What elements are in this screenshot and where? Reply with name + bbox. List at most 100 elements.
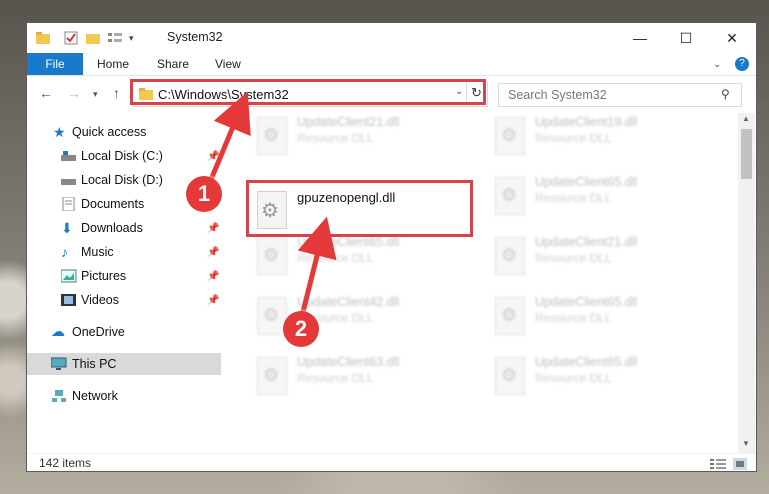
music-icon: ♪ xyxy=(61,244,68,260)
gear-icon: ⚙ xyxy=(263,305,280,325)
up-arrow-icon[interactable]: ↑ xyxy=(113,85,120,101)
file-type: Resource DLL xyxy=(535,131,612,145)
cloud-icon: ☁ xyxy=(51,323,65,339)
step-1-badge: 1 xyxy=(186,176,222,212)
file-item[interactable]: ⚙ UpdateClient19.dll Resource DLL xyxy=(487,113,717,161)
nav-local-disk-c[interactable]: Local Disk (C:) 📌 xyxy=(27,145,221,167)
file-explorer-window: ▾ System32 — ☐ ✕ File Home Share View ⌄ … xyxy=(26,22,757,472)
scroll-down-icon[interactable]: ▼ xyxy=(742,439,750,448)
search-input[interactable]: Search System32 ⚲ xyxy=(498,83,742,107)
nav-label: Local Disk (D:) xyxy=(81,173,163,187)
forward-arrow-icon[interactable]: → xyxy=(67,85,81,101)
file-name: UpdateClient65.dll xyxy=(535,295,638,309)
file-name: UpdateClient21.dll xyxy=(535,235,638,249)
gear-icon: ⚙ xyxy=(261,200,279,222)
tab-file[interactable]: File xyxy=(27,53,83,75)
tab-home[interactable]: Home xyxy=(97,53,129,75)
download-icon: ⬇ xyxy=(61,220,73,236)
file-item[interactable]: ⚙ UpdateClient65.dll Resource DLL xyxy=(487,293,717,341)
nav-label: Downloads xyxy=(81,221,143,235)
item-count: 142 items xyxy=(39,456,92,470)
nav-label: Pictures xyxy=(81,269,127,283)
drive-icon xyxy=(61,179,76,185)
file-item[interactable]: ⚙ UpdateClient65.dll Resource DLL xyxy=(249,233,479,281)
videos-icon xyxy=(61,294,76,306)
folder-icon[interactable] xyxy=(35,31,51,45)
maximize-button[interactable]: ☐ xyxy=(663,23,709,53)
nav-label: Videos xyxy=(81,293,119,307)
gear-icon: ⚙ xyxy=(263,245,280,265)
file-list: ⚙ UpdateClient21.dll Resource DLL ⚙ Upda… xyxy=(234,113,736,453)
recent-locations-icon[interactable]: ▾ xyxy=(93,89,98,100)
nav-pictures[interactable]: Pictures 📌 xyxy=(27,265,221,287)
pin-icon[interactable]: 📌 xyxy=(207,295,219,306)
nav-label: Quick access xyxy=(72,125,147,139)
search-icon[interactable]: ⚲ xyxy=(721,87,730,101)
gear-icon: ⚙ xyxy=(263,125,280,145)
nav-videos[interactable]: Videos 📌 xyxy=(27,289,221,311)
file-type: Resource DLL xyxy=(535,251,612,265)
nav-this-pc[interactable]: This PC xyxy=(27,353,221,375)
file-item[interactable]: ⚙ UpdateClient65.dll Resource DLL xyxy=(487,353,717,401)
properties-icon[interactable] xyxy=(63,30,79,46)
gear-icon: ⚙ xyxy=(501,125,518,145)
file-item[interactable]: ⚙ UpdateClient63.dll Resource DLL xyxy=(249,353,479,401)
navigation-pane: ★ Quick access Local Disk (C:) 📌 Local D… xyxy=(27,113,221,443)
gear-icon: ⚙ xyxy=(501,245,518,265)
file-name: UpdateClient65.dll xyxy=(535,355,638,369)
search-placeholder: Search System32 xyxy=(508,88,607,102)
nav-label: Documents xyxy=(81,197,145,211)
file-item[interactable]: ⚙ UpdateClient21.dll Resource DLL xyxy=(487,233,717,281)
scroll-up-icon[interactable]: ▲ xyxy=(742,114,750,123)
tab-share[interactable]: Share xyxy=(157,53,189,75)
address-row: ← → ▾ ↑ C:\Windows\System32 ⌄ ↻ Search S… xyxy=(27,79,756,109)
pictures-icon xyxy=(61,269,77,283)
drive-icon xyxy=(61,151,76,161)
new-folder-icon[interactable] xyxy=(85,31,101,45)
gear-icon: ⚙ xyxy=(501,185,518,205)
pin-icon[interactable]: 📌 xyxy=(207,151,219,162)
close-button[interactable]: ✕ xyxy=(709,23,755,53)
expand-ribbon-icon[interactable]: ⌄ xyxy=(713,53,721,75)
vertical-scrollbar[interactable]: ▲ ▼ xyxy=(738,113,755,453)
file-name: UpdateClient65.dll xyxy=(535,175,638,189)
file-type: Resource DLL xyxy=(535,371,612,385)
nav-downloads[interactable]: ⬇ Downloads 📌 xyxy=(27,217,221,239)
scroll-thumb[interactable] xyxy=(741,129,752,179)
pin-icon[interactable]: 📌 xyxy=(207,223,219,234)
star-icon: ★ xyxy=(53,124,66,140)
gear-icon: ⚙ xyxy=(501,305,518,325)
address-highlight-box xyxy=(130,79,486,105)
quick-access-toolbar: ▾ xyxy=(35,29,134,47)
title-bar: ▾ System32 — ☐ ✕ xyxy=(27,23,756,53)
gear-icon: ⚙ xyxy=(263,365,280,385)
large-icons-view-icon[interactable] xyxy=(733,458,747,470)
documents-icon xyxy=(62,197,75,211)
nav-music[interactable]: ♪ Music 📌 xyxy=(27,241,221,263)
tab-view[interactable]: View xyxy=(215,53,241,75)
pin-icon[interactable]: 📌 xyxy=(207,271,219,282)
file-type: Resource DLL xyxy=(535,191,612,205)
file-name: UpdateClient63.dll xyxy=(297,355,400,369)
file-item[interactable]: ⚙ UpdateClient65.dll Resource DLL xyxy=(487,173,717,221)
nav-quick-access[interactable]: ★ Quick access xyxy=(27,121,221,143)
network-icon xyxy=(52,390,66,402)
pin-icon[interactable]: 📌 xyxy=(207,247,219,258)
file-item[interactable]: ⚙ UpdateClient21.dll Resource DLL xyxy=(249,113,479,161)
highlighted-file-item[interactable]: ⚙ gpuzenopengl.dll xyxy=(246,180,473,237)
back-arrow-icon[interactable]: ← xyxy=(39,85,53,101)
step-2-badge: 2 xyxy=(283,311,319,347)
view-options-icon[interactable] xyxy=(107,31,127,45)
file-name: UpdateClient65.dll xyxy=(297,235,400,249)
minimize-button[interactable]: — xyxy=(617,23,663,53)
details-view-icon[interactable] xyxy=(710,458,726,470)
file-type: Resource DLL xyxy=(297,131,374,145)
file-type: Resource DLL xyxy=(297,251,374,265)
computer-icon xyxy=(51,357,67,370)
nav-network[interactable]: Network xyxy=(27,385,221,407)
nav-onedrive[interactable]: ☁ OneDrive xyxy=(27,321,221,343)
nav-label: This PC xyxy=(72,357,117,371)
file-type: Resource DLL xyxy=(297,371,374,385)
customize-toolbar-icon[interactable]: ▾ xyxy=(129,33,134,44)
help-icon[interactable]: ? xyxy=(735,53,749,75)
